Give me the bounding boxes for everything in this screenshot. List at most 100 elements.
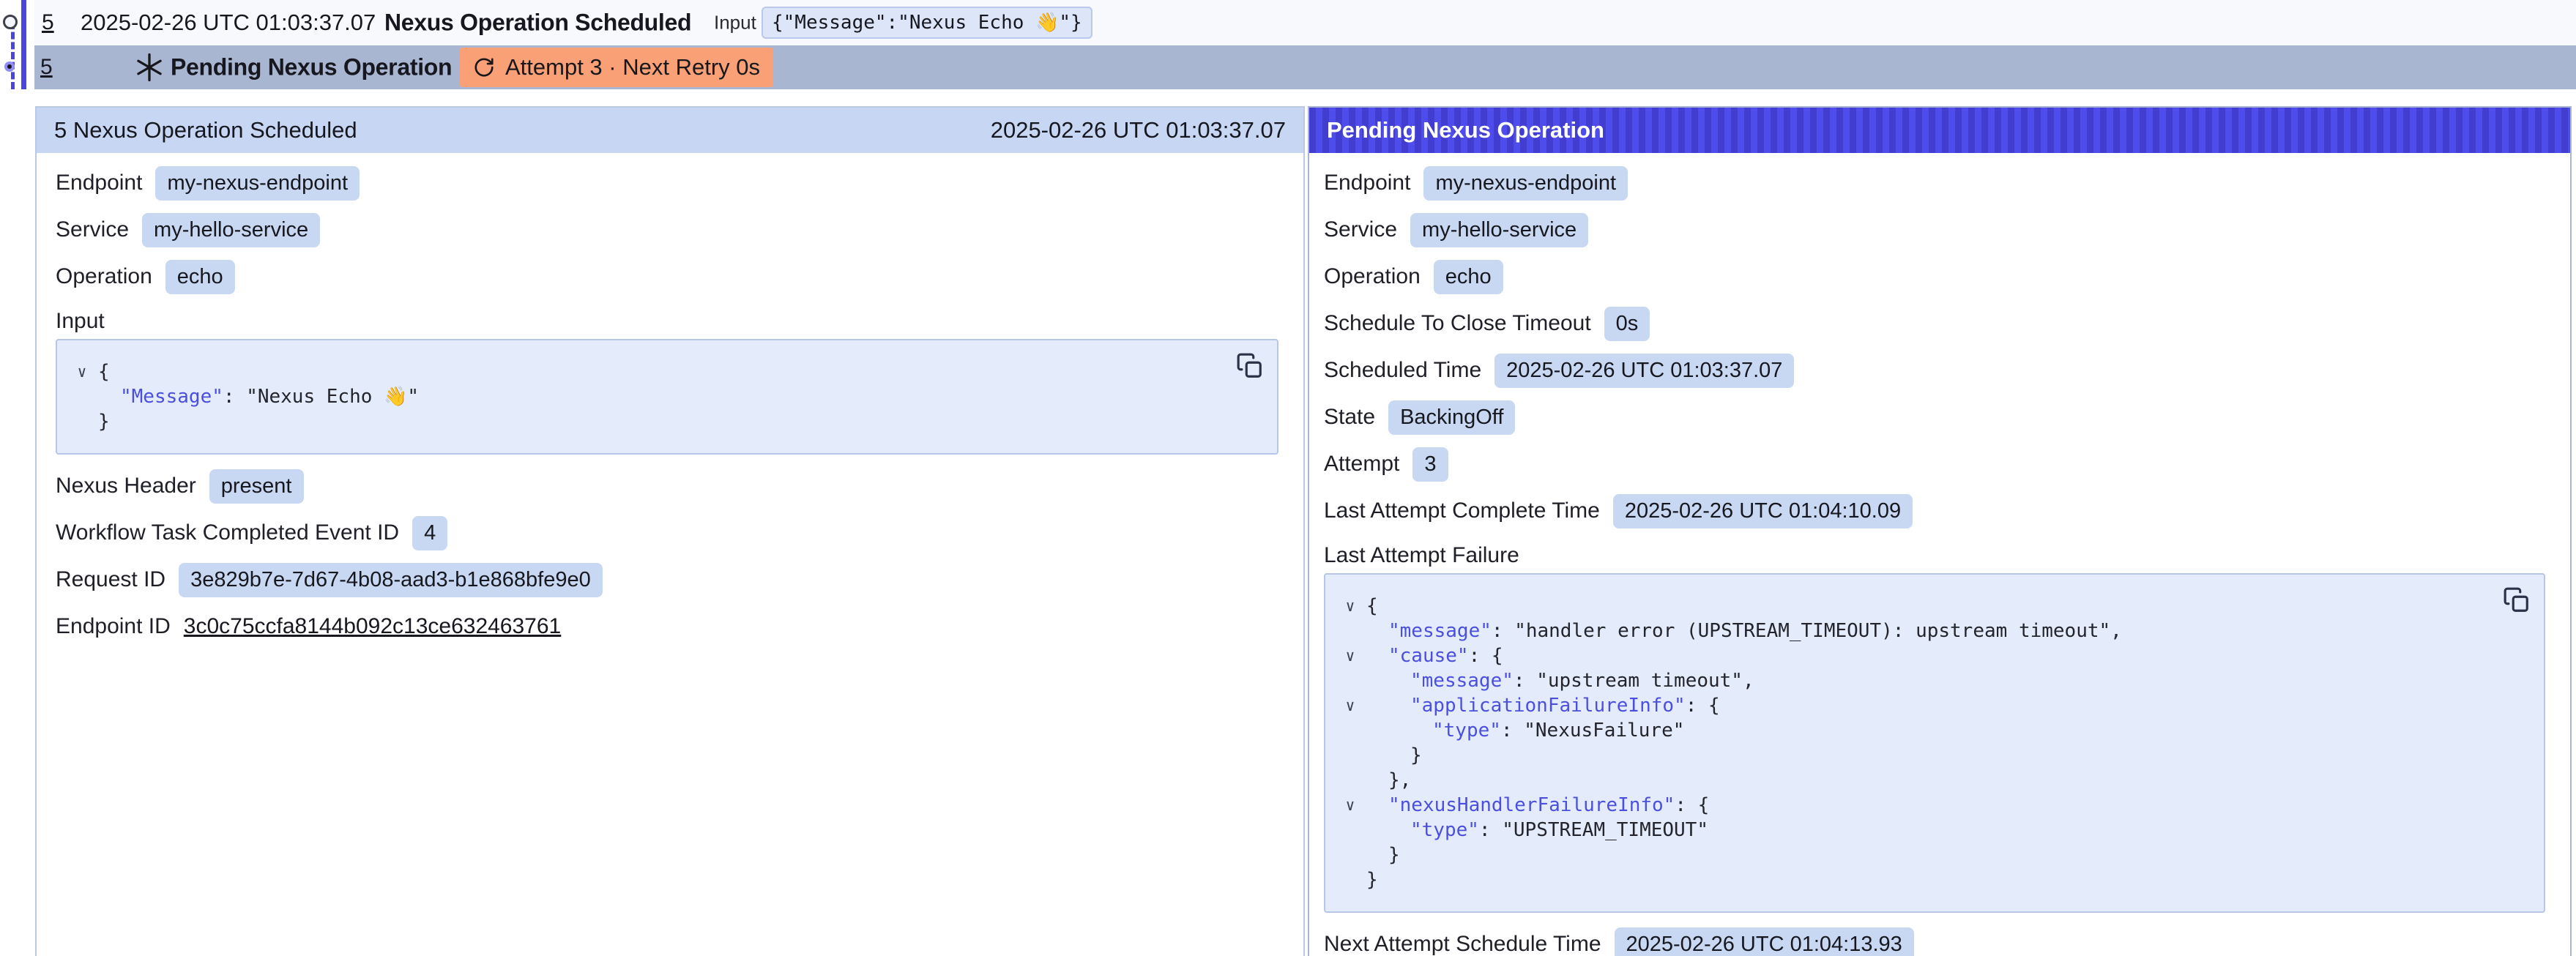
code-line: ∨"applicationFailureInfo": { [1334,693,2493,718]
json-key: "applicationFailureInfo" [1410,695,1686,717]
field-row-operation: Operation echo [1324,258,2551,295]
code-line-gutter [66,409,98,434]
field-label: Scheduled Time [1324,358,1481,383]
code-line-text: "message": "upstream timeout", [1366,668,1754,693]
retry-status-badge: Attempt 3 · Next Retry 0s [460,48,773,87]
field-row-attempt: Attempt3 [1324,446,2551,482]
scheduled-panel-body: Endpointmy-nexus-endpoint Service my-hello… [37,153,1303,662]
json-text: } [1388,844,1400,866]
json-key: "message" [1410,670,1514,692]
field-row-endpoint: Endpointmy-nexus-endpoint [56,165,1284,201]
json-key: "cause" [1388,645,1469,667]
code-line-text: "message": "handler error (UPSTREAM_TIME… [1366,619,2122,643]
scheduled-panel-header: 5 Nexus Operation Scheduled 2025-02-26 U… [37,108,1303,153]
json-key: "type" [1432,720,1501,742]
json-text: } [98,411,110,433]
code-line: "type": "UPSTREAM_TIMEOUT" [1334,818,2493,843]
field-label: Operation [1324,264,1421,289]
code-line-gutter [1334,668,1366,693]
code-line-gutter [1334,843,1366,867]
code-line: } [66,409,1226,434]
code-line-gutter [1334,743,1366,768]
code-line: ∨{ [1334,594,2493,619]
json-text: : "upstream timeout", [1514,670,1754,692]
field-label: Service [56,217,129,242]
code-line-text: "type": "UPSTREAM_TIMEOUT" [1366,818,1708,843]
code-line: } [1334,843,2493,867]
event-row-pending-selected[interactable]: 5 Pending Nexus Operation Attempt 3 · Ne… [34,45,2576,89]
pending-panel-body: Endpointmy-nexus-endpointServicemy-hello… [1309,153,2570,956]
code-line-gutter [1334,867,1366,892]
json-text: } [1410,744,1422,766]
json-key: "Message" [120,386,223,408]
field-label: Last Attempt Failure [1324,543,1519,568]
code-line: } [1334,743,2493,768]
field-row-nexus-header: Nexus Headerpresent [56,468,1284,504]
json-text: } [1366,869,1378,891]
collapse-chevron-down-icon[interactable]: ∨ [66,359,98,384]
field-row-service: Service my-hello-service [56,212,1284,248]
field-value-badge-workflow-task-completed-event-id: 4 [412,516,447,550]
field-value-badge-operation: echo [165,260,235,294]
json-text: : "NexusFailure" [1501,720,1684,742]
field-value-badge-endpoint: my-nexus-endpoint [155,166,360,201]
field-value-badge-operation: echo [1434,260,1503,294]
code-line: "message": "handler error (UPSTREAM_TIME… [1334,619,2493,643]
asterisk-pending-icon [134,52,165,83]
code-line-text: "Message": "Nexus Echo 👋" [98,384,419,409]
field-row-service: Servicemy-hello-service [1324,212,2551,248]
timeline-start-circle-icon [3,15,18,29]
field-row-last-attempt-complete-time: Last Attempt Complete Time2025-02-26 UTC… [1324,493,2551,529]
json-text: : { [1675,794,1709,816]
copy-icon[interactable] [1236,352,1264,380]
code-line-gutter [66,384,98,409]
code-line: } [1334,867,2493,892]
field-row-schedule-to-close-timeout: Schedule To Close Timeout0s [1324,305,2551,342]
scheduled-event-detail-panel: 5 Nexus Operation Scheduled 2025-02-26 U… [35,106,1305,956]
field-value-badge-service: my-hello-service [142,213,320,247]
code-line-text: "type": "NexusFailure" [1366,718,1684,743]
code-line: ∨{ [66,359,1226,384]
json-key: "message" [1388,620,1492,642]
field-label: Schedule To Close Timeout [1324,311,1591,336]
code-line: "Message": "Nexus Echo 👋" [66,384,1226,409]
code-line-text: } [1366,867,1378,892]
copy-icon[interactable] [2503,586,2531,614]
json-key: "type" [1410,819,1479,841]
timeline-current-dot-icon [4,61,15,72]
field-value-link-endpoint-id[interactable]: 3c0c75ccfa8144b092c13ce632463761 [184,614,561,639]
event-input-label: Input [714,12,756,34]
code-line-text: } [1366,743,1422,768]
json-text: { [98,361,110,383]
field-value-badge-nexus-header: present [209,469,304,504]
code-line: "type": "NexusFailure" [1334,718,2493,743]
field-row-operation: Operation echo [56,258,1284,295]
collapse-chevron-down-icon[interactable]: ∨ [1334,643,1366,668]
code-block-input: ∨{"Message": "Nexus Echo 👋"} [56,339,1278,455]
panel-title: 5 Nexus Operation Scheduled [54,117,357,143]
field-label: Operation [56,264,152,289]
field-row-last-attempt-failure: Last Attempt Failure [1324,539,2551,572]
event-input-value-badge: {"Message":"Nexus Echo 👋"} [762,7,1092,39]
json-key: "nexusHandlerFailureInfo" [1388,794,1675,816]
collapse-chevron-down-icon[interactable]: ∨ [1334,793,1366,818]
field-label: Endpoint [1324,171,1410,195]
field-label: Endpoint ID [56,614,171,639]
collapse-chevron-down-icon[interactable]: ∨ [1334,693,1366,718]
panel-timestamp: 2025-02-26 UTC 01:03:37.07 [991,117,1286,143]
event-row-scheduled[interactable]: 5 2025-02-26 UTC 01:03:37.07 Nexus Opera… [34,0,2576,45]
event-id-link[interactable]: 5 [40,55,53,80]
field-value-badge-next-attempt-schedule-time: 2025-02-26 UTC 01:04:13.93 [1615,927,1914,956]
rotate-cw-retry-icon [473,56,495,78]
json-text: : "UPSTREAM_TIMEOUT" [1479,819,1708,841]
field-value-badge-scheduled-time: 2025-02-26 UTC 01:03:37.07 [1494,354,1794,388]
json-text: { [1366,595,1378,617]
timeline-dashed-connector [11,22,15,89]
code-line-gutter [1334,768,1366,793]
code-block-last-attempt-failure: ∨{"message": "handler error (UPSTREAM_TI… [1324,573,2545,913]
field-row-endpoint-id: Endpoint ID 3c0c75ccfa8144b092c13ce632463… [56,608,1284,645]
code-line-text: "cause": { [1366,643,1503,668]
event-id-link[interactable]: 5 [42,10,54,35]
json-text: : "Nexus Echo 👋" [223,386,419,408]
collapse-chevron-down-icon[interactable]: ∨ [1334,594,1366,619]
